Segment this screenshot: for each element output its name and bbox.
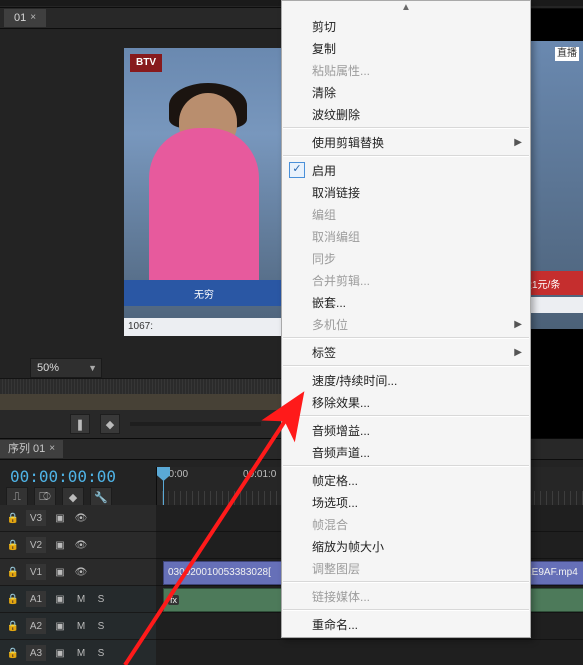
video-lower-third: 无穷	[124, 280, 284, 306]
menu-audio-channels[interactable]: 音频声道...	[282, 441, 530, 463]
live-badge: 直播	[555, 47, 579, 61]
zoom-select[interactable]: 50% ▼	[30, 358, 102, 378]
menu-frame-hold[interactable]: 帧定格...	[282, 469, 530, 491]
menu-merge-clips: 合并剪辑...	[282, 269, 530, 291]
menu-nest[interactable]: 嵌套...	[282, 291, 530, 313]
menu-label[interactable]: 标签 ▶	[282, 341, 530, 363]
video-clip[interactable]: 030020010053383028[	[163, 561, 287, 585]
menu-ripple-delete[interactable]: 波纹删除	[282, 103, 530, 125]
menu-ungroup: 取消编组	[282, 225, 530, 247]
track-name: V3	[26, 510, 46, 526]
menu-rename[interactable]: 重命名...	[282, 613, 530, 635]
scroll-up-icon[interactable]: ▲	[282, 3, 530, 15]
snap-button[interactable]: ⎍	[6, 487, 28, 507]
submenu-arrow-icon: ▶	[514, 319, 522, 330]
lock-icon[interactable]: 🔒	[6, 538, 20, 552]
program-controls: ❚ ◆	[0, 410, 281, 438]
track-header-v3[interactable]: 🔒 V3 ▣ 👁	[0, 505, 156, 532]
program-tab-01[interactable]: 01 ×	[4, 9, 46, 27]
submenu-arrow-icon: ▶	[514, 347, 522, 358]
track-name: V2	[26, 537, 46, 553]
menu-replace-with-clip[interactable]: 使用剪辑替换 ▶	[282, 131, 530, 153]
menu-remove-effects[interactable]: 移除效果...	[282, 391, 530, 413]
lock-icon[interactable]: 🔒	[6, 511, 20, 525]
lock-icon[interactable]: 🔒	[6, 619, 20, 633]
fx-icon[interactable]: ▣	[52, 648, 68, 659]
check-icon: ✓	[289, 162, 305, 178]
track-header-a2[interactable]: 🔒 A2 ▣ M S	[0, 613, 156, 640]
fx-badge: fx	[168, 595, 179, 605]
menu-enable[interactable]: ✓ 启用	[282, 159, 530, 181]
submenu-arrow-icon: ▶	[514, 137, 522, 148]
add-marker-button[interactable]: ◆	[100, 414, 120, 434]
ruler-label: 00:01:0	[243, 469, 276, 480]
timeline-tab[interactable]: 序列 01 ×	[0, 440, 63, 458]
program-video-frame: BTV 无穷 1067:	[124, 48, 284, 336]
zoom-value: 50%	[37, 359, 59, 377]
chevron-down-icon: ▼	[88, 359, 97, 377]
lock-icon[interactable]: 🔒	[6, 646, 20, 660]
menu-link-media: 链接媒体...	[282, 585, 530, 607]
lock-icon[interactable]: 🔒	[6, 565, 20, 579]
track-name: A2	[26, 618, 46, 634]
track-header-a1[interactable]: 🔒 A1 ▣ M S	[0, 586, 156, 613]
fx-icon[interactable]: ▣	[52, 540, 68, 551]
menu-scale-to-frame[interactable]: 缩放为帧大小	[282, 535, 530, 557]
menu-frame-blend: 帧混合	[282, 513, 530, 535]
settings-button[interactable]: 🔧	[90, 487, 112, 507]
solo-button[interactable]: S	[94, 592, 108, 606]
timeline-tab-label: 序列 01	[8, 440, 45, 458]
track-name: A1	[26, 591, 46, 607]
menu-adjustment-layer: 调整图层	[282, 557, 530, 579]
menu-cut[interactable]: 剪切	[282, 15, 530, 37]
program-monitor: 01 × BTV 无穷 1067: 50% ▼ ❚ ◆	[0, 7, 281, 466]
program-slider[interactable]	[130, 422, 261, 426]
mute-button[interactable]: M	[74, 619, 88, 633]
close-icon[interactable]: ×	[49, 440, 55, 458]
menu-sync: 同步	[282, 247, 530, 269]
video-logo: BTV	[130, 54, 162, 72]
close-icon[interactable]: ×	[30, 9, 36, 27]
track-header-a3[interactable]: 🔒 A3 ▣ M S	[0, 640, 156, 665]
track-headers: 🔒 V3 ▣ 👁 🔒 V2 ▣ 👁 🔒 V1 ▣ 👁 🔒 A1 ▣ M S 🔒 …	[0, 505, 157, 665]
clip-context-menu: ▲ 剪切 复制 粘贴属性... 清除 波纹删除 使用剪辑替换 ▶ ✓ 启用 取消…	[281, 0, 531, 638]
eye-icon[interactable]: 👁	[74, 567, 88, 578]
mark-in-button[interactable]: ❚	[70, 414, 90, 434]
program-tabbar: 01 ×	[0, 8, 281, 29]
menu-paste-attrs: 粘贴属性...	[282, 59, 530, 81]
program-tab-label: 01	[14, 9, 26, 27]
fx-icon[interactable]: ▣	[52, 594, 68, 605]
menu-group: 编组	[282, 203, 530, 225]
fx-icon[interactable]: ▣	[52, 621, 68, 632]
eye-icon[interactable]: 👁	[74, 513, 88, 524]
marker-button[interactable]: ◆	[62, 487, 84, 507]
track-name: V1	[26, 564, 46, 580]
mute-button[interactable]: M	[74, 592, 88, 606]
lock-icon[interactable]: 🔒	[6, 592, 20, 606]
track-name: A3	[26, 645, 46, 661]
track-header-v1[interactable]: 🔒 V1 ▣ 👁	[0, 559, 156, 586]
menu-multicam: 多机位 ▶	[282, 313, 530, 335]
solo-button[interactable]: S	[94, 646, 108, 660]
eye-icon[interactable]: 👁	[74, 540, 88, 551]
video-ticker: 1067:	[124, 318, 284, 336]
program-work-area[interactable]	[0, 394, 281, 411]
track-header-v2[interactable]: 🔒 V2 ▣ 👁	[0, 532, 156, 559]
mute-button[interactable]: M	[74, 646, 88, 660]
solo-button[interactable]: S	[94, 619, 108, 633]
fx-icon[interactable]: ▣	[52, 567, 68, 578]
menu-audio-gain[interactable]: 音频增益...	[282, 419, 530, 441]
linked-selection-button[interactable]: ⎄	[34, 487, 56, 507]
lane-a3[interactable]	[156, 640, 583, 665]
menu-copy[interactable]: 复制	[282, 37, 530, 59]
menu-speed-duration[interactable]: 速度/持续时间...	[282, 369, 530, 391]
timeline-timecode[interactable]: 00:00:00:00	[10, 467, 116, 486]
menu-field-options[interactable]: 场选项...	[282, 491, 530, 513]
fx-icon[interactable]: ▣	[52, 513, 68, 524]
menu-unlink[interactable]: 取消链接	[282, 181, 530, 203]
audio-clip[interactable]: fx	[163, 588, 287, 612]
menu-clear[interactable]: 清除	[282, 81, 530, 103]
